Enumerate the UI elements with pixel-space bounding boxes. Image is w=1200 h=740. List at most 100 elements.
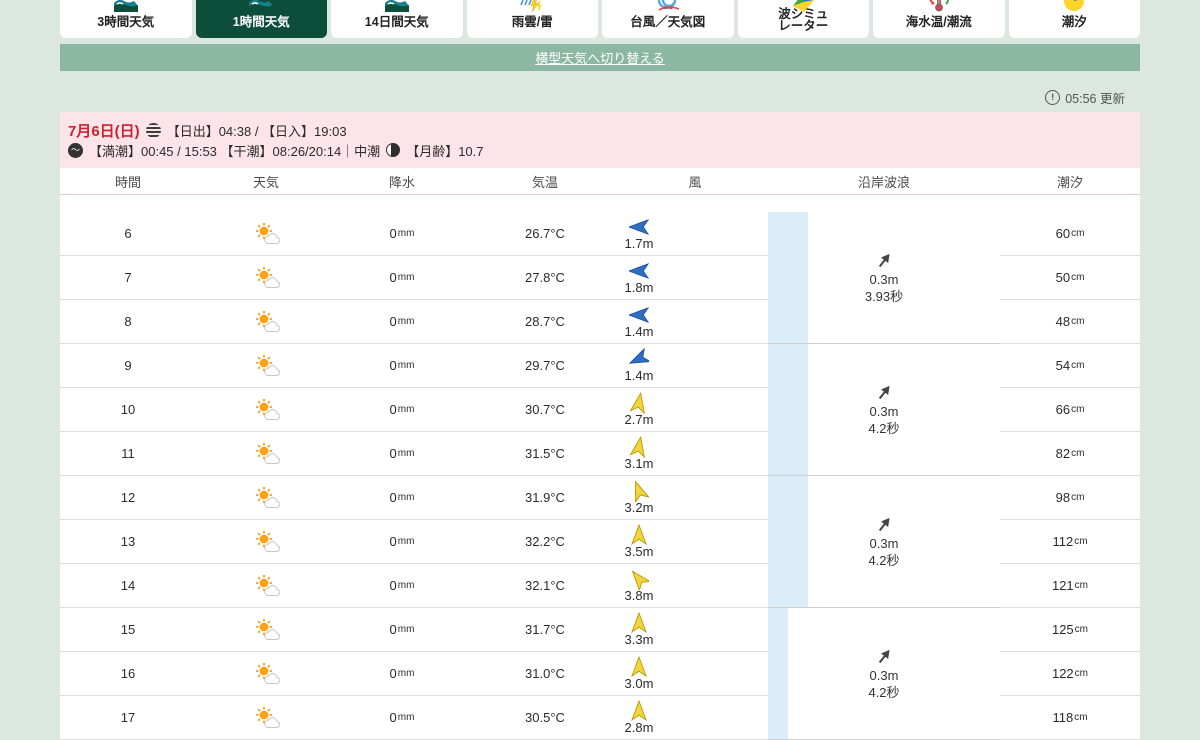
temp-cell: 28.7 °C bbox=[468, 300, 622, 344]
sun-cloud-icon bbox=[251, 442, 281, 466]
beach-icon bbox=[248, 0, 274, 14]
moon-age: 【月齢】10.7 bbox=[406, 143, 484, 159]
sun-cloud-icon bbox=[251, 398, 281, 422]
tab-14day-weather[interactable]: 14日間天気 bbox=[331, 0, 463, 38]
tide-graph-band bbox=[768, 344, 808, 476]
wind-cell: 1.4m bbox=[622, 344, 768, 388]
hour-cell: 12 bbox=[60, 476, 196, 520]
weather-icon-cell bbox=[196, 652, 336, 696]
weather-icon-cell bbox=[196, 476, 336, 520]
tab-1hour-weather[interactable]: 1時間天気 bbox=[195, 0, 327, 38]
wave-direction-arrow bbox=[874, 515, 894, 535]
tab-seatemp-current[interactable]: 海水温/潮流 bbox=[873, 0, 1005, 38]
precip-cell: 0 mm bbox=[336, 608, 468, 652]
hour-cell: 13 bbox=[60, 520, 196, 564]
precip-cell: 0 mm bbox=[336, 300, 468, 344]
tide-graph-band bbox=[768, 476, 808, 608]
hour-cell: 16 bbox=[60, 652, 196, 696]
precip-cell: 0 mm bbox=[336, 344, 468, 388]
temp-cell: 32.2 °C bbox=[468, 520, 622, 564]
wind-direction-arrow bbox=[629, 480, 649, 502]
hour-cell: 10 bbox=[60, 388, 196, 432]
weather-icon-cell bbox=[196, 520, 336, 564]
tab-label: 波シミュ レーター bbox=[778, 7, 829, 33]
tab-label: 台風／天気図 bbox=[630, 15, 706, 29]
precip-cell: 0 mm bbox=[336, 520, 468, 564]
weather-icon-cell bbox=[196, 608, 336, 652]
wave-direction-arrow bbox=[874, 383, 894, 403]
precip-cell: 0 mm bbox=[336, 564, 468, 608]
temp-cell: 30.5 °C bbox=[468, 696, 622, 740]
wind-direction-arrow bbox=[629, 700, 649, 722]
wave-direction-arrow bbox=[874, 251, 894, 271]
tide-graph-band bbox=[768, 212, 808, 344]
wind-cell: 3.2m bbox=[622, 476, 768, 520]
temp-cell: 29.7 °C bbox=[468, 344, 622, 388]
update-time: 05:56 更新 bbox=[1065, 92, 1125, 106]
col-header-hour: 時間 bbox=[60, 168, 196, 195]
weather-icon-cell bbox=[196, 300, 336, 344]
col-header-tide: 潮汐 bbox=[1000, 168, 1140, 195]
sun-cloud-icon bbox=[251, 574, 281, 598]
hour-cell: 6 bbox=[60, 212, 196, 256]
tab-label: 潮汐 bbox=[1061, 15, 1087, 29]
tide-cell: 121 cm bbox=[1000, 564, 1140, 608]
sun-cloud-icon bbox=[251, 310, 281, 334]
precip-cell: 0 mm bbox=[336, 476, 468, 520]
tide-cell: 82 cm bbox=[1000, 432, 1140, 476]
hourly-forecast-table: 時間 天気 降水 気温 風 沿岸波浪 潮汐 6 0 mm 26.7 °C 1.7m 60 cm… bbox=[60, 168, 1140, 740]
tab-3hour-weather[interactable]: 3時間天気 bbox=[60, 0, 192, 38]
tab-wave-simulator[interactable]: 波シミュ レーター bbox=[737, 0, 869, 38]
tide-icon bbox=[1061, 0, 1087, 14]
sun-cloud-icon bbox=[251, 222, 281, 246]
switch-layout-link[interactable]: 横型天気へ切り替える bbox=[535, 48, 665, 67]
tide-times: 【満潮】00:45 / 15:53 【干潮】08:26/20:14｜中潮 bbox=[89, 143, 381, 159]
weather-icon-cell bbox=[196, 388, 336, 432]
weather-icon-cell bbox=[196, 344, 336, 388]
tide-cell: 112 cm bbox=[1000, 520, 1140, 564]
hour-cell: 17 bbox=[60, 696, 196, 740]
tide-cell: 50 cm bbox=[1000, 256, 1140, 300]
tide-cell: 98 cm bbox=[1000, 476, 1140, 520]
temp-cell: 26.7 °C bbox=[468, 212, 622, 256]
tab-raincloud-thunder[interactable]: 雨雲/雷 bbox=[466, 0, 598, 38]
tab-label: 1時間天気 bbox=[232, 15, 290, 29]
wind-cell: 1.8m bbox=[622, 256, 768, 300]
wind-cell: 1.4m bbox=[622, 300, 768, 344]
tab-label: 14日間天気 bbox=[364, 15, 429, 29]
weather-icon-cell bbox=[196, 432, 336, 476]
precip-cell: 0 mm bbox=[336, 256, 468, 300]
wind-direction-arrow bbox=[629, 524, 649, 546]
precip-cell: 0 mm bbox=[336, 388, 468, 432]
tide-cell: 122 cm bbox=[1000, 652, 1140, 696]
col-header-weather: 天気 bbox=[196, 168, 336, 195]
hour-cell: 8 bbox=[60, 300, 196, 344]
hour-cell: 11 bbox=[60, 432, 196, 476]
weather-icon-cell bbox=[196, 256, 336, 300]
tab-tide[interactable]: 潮汐 bbox=[1008, 0, 1140, 38]
sunrise-icon bbox=[145, 122, 161, 138]
sunrise-sunset-times: 【日出】04:38 / 【日入】19:03 bbox=[166, 123, 347, 139]
wind-direction-arrow bbox=[629, 304, 649, 326]
precip-cell: 0 mm bbox=[336, 432, 468, 476]
wave-cell: 0.3m 4.2秒 bbox=[808, 476, 1000, 608]
beach-icon bbox=[113, 0, 139, 14]
sun-cloud-icon bbox=[251, 266, 281, 290]
sun-cloud-icon bbox=[251, 706, 281, 730]
tab-typhoon-chart[interactable]: 台風／天気図 bbox=[602, 0, 734, 38]
sun-cloud-icon bbox=[251, 354, 281, 378]
temp-cell: 32.1 °C bbox=[468, 564, 622, 608]
sun-cloud-icon bbox=[251, 662, 281, 686]
temp-cell: 31.0 °C bbox=[468, 652, 622, 696]
col-header-temp: 気温 bbox=[468, 168, 622, 195]
typhoon-icon bbox=[655, 0, 681, 14]
hour-cell: 9 bbox=[60, 344, 196, 388]
wind-direction-arrow bbox=[629, 568, 649, 590]
col-header-precip: 降水 bbox=[336, 168, 468, 195]
wind-cell: 2.8m bbox=[622, 696, 768, 740]
tab-label: 3時間天気 bbox=[97, 15, 155, 29]
wind-cell: 3.1m bbox=[622, 432, 768, 476]
tab-label: 雨雲/雷 bbox=[511, 15, 553, 29]
day-header: 7月6日(日) 【日出】04:38 / 【日入】19:03 〜 【満潮】00:4… bbox=[60, 112, 1140, 168]
tide-cell: 118 cm bbox=[1000, 696, 1140, 740]
